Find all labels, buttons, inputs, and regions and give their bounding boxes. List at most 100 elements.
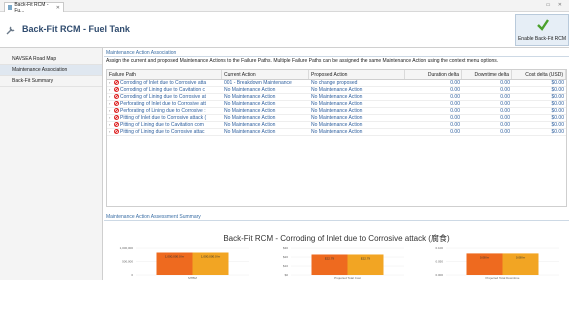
main-panel: Maintenance Action Association Assign th… (104, 48, 569, 280)
y-tick-label: 0.100 (435, 246, 443, 250)
section-description: Assign the current and proposed Maintena… (106, 58, 499, 64)
failure-path-text: Pitting of Lining due to Corrosive attac (120, 129, 205, 135)
no-entry-icon (114, 129, 119, 134)
current-action-cell[interactable]: No Maintenance Action (222, 122, 309, 129)
column-header-current-action[interactable]: Current Action (222, 70, 309, 79)
duration-delta-cell: 0.00 (450, 86, 460, 93)
chart-title: Back-Fit RCM - Corroding of Inlet due to… (223, 234, 450, 243)
proposed-action-cell[interactable]: No Maintenance Action (309, 129, 405, 136)
y-tick-label: 1,000,000 (120, 246, 134, 250)
downtime-delta-cell: 0.00 (500, 121, 510, 128)
document-icon (8, 5, 13, 10)
current-action-cell[interactable]: 001 - Breakdown Maintenance (222, 80, 309, 87)
no-entry-icon (114, 101, 119, 106)
title-bar: Back-Fit RCM - Fu... ✕ ▭ ✕ (0, 0, 569, 14)
window-controls[interactable]: ▭ ✕ (546, 2, 565, 8)
no-entry-icon (114, 80, 119, 85)
cost-delta-cell: $0.00 (551, 121, 564, 128)
cost-chart-svg: $30 $20 $10 $0 $22.79 $22.79 Projected Total C… (283, 246, 404, 280)
downtime-chart-svg: 0.100 0.050 0.000 0.08 hr 0.08 hr Projected T… (435, 246, 559, 280)
x-axis-label: Projected Total Downtime (486, 276, 520, 280)
duration-delta-cell: 0.00 (450, 121, 460, 128)
sidebar-item-navsea-road-map[interactable]: NAVSEA Road Map (0, 54, 102, 65)
column-header-duration-delta[interactable]: Duration delta (405, 70, 462, 79)
x-axis-label: Projected Total Cost (334, 276, 361, 280)
y-tick-label: 0.050 (435, 260, 443, 264)
downtime-delta-cell: 0.00 (500, 93, 510, 100)
current-action-cell[interactable]: No Maintenance Action (222, 115, 309, 122)
column-header-cost-delta[interactable]: Cost delta (USD) (512, 70, 566, 79)
bar-value-label: 1,000,000.0 hr (201, 255, 220, 259)
current-action-cell[interactable]: No Maintenance Action (222, 87, 309, 94)
cost-delta-cell: $0.00 (551, 114, 564, 121)
duration-delta-cell: 0.00 (450, 93, 460, 100)
maintenance-grid: Failure Path Current Action Proposed Act… (106, 69, 567, 207)
proposed-action-cell[interactable]: No Maintenance Action (309, 115, 405, 122)
y-tick-label: 0.000 (435, 273, 443, 277)
duration-delta-cell: 0.00 (450, 107, 460, 114)
no-entry-icon (114, 108, 119, 113)
column-header-downtime-delta[interactable]: Downtime delta (462, 70, 512, 79)
cost-delta-cell: $0.00 (551, 100, 564, 107)
no-entry-icon (114, 122, 119, 127)
y-tick-label: $20 (283, 255, 288, 259)
page-title: Back-Fit RCM - Fuel Tank (22, 24, 130, 34)
current-action-cell[interactable]: No Maintenance Action (222, 101, 309, 108)
proposed-action-cell[interactable]: No Maintenance Action (309, 101, 405, 108)
page-header: Back-Fit RCM - Fuel Tank Enable Back-Fit… (0, 12, 569, 48)
proposed-action-cell[interactable]: No Maintenance Action (309, 122, 405, 129)
bar-value-label: 1,000,000.0 hr (165, 255, 184, 259)
cost-delta-cell: $0.00 (551, 107, 564, 114)
cost-chart: $30 $20 $10 $0 $22.79 $22.79 Projected Total C… (259, 246, 414, 314)
enable-backfit-label: Enable Back-Fit RCM (517, 36, 567, 42)
y-tick-label: $0 (285, 273, 289, 277)
mtbm-chart-svg: 1,000,000 500,000 0 1,000,000.0 hr 1,000,000… (120, 246, 249, 280)
downtime-delta-cell: 0.00 (500, 79, 510, 86)
current-action-cell[interactable]: No Maintenance Action (222, 94, 309, 101)
cost-delta-cell: $0.00 (551, 79, 564, 86)
summary-section-title: Maintenance Action Assessment Summary (104, 214, 569, 221)
column-header-failure-path[interactable]: Failure Path (107, 70, 222, 79)
section-title: Maintenance Action Association (104, 50, 569, 57)
enable-backfit-button[interactable]: Enable Back-Fit RCM (515, 14, 569, 46)
mtbm-chart: 1,000,000 500,000 0 1,000,000.0 hr 1,000,000… (104, 246, 259, 314)
column-header-proposed-action[interactable]: Proposed Action (309, 70, 405, 79)
sidebar-item-maintenance-association[interactable]: Maintenance Association (0, 65, 102, 76)
document-tab[interactable]: Back-Fit RCM - Fu... ✕ (4, 2, 64, 14)
cost-delta-cell: $0.00 (551, 93, 564, 100)
cost-delta-cell: $0.00 (551, 86, 564, 93)
cost-delta-cell: $0.00 (551, 128, 564, 135)
downtime-chart: 0.100 0.050 0.000 0.08 hr 0.08 hr Projected T… (414, 246, 569, 314)
downtime-delta-cell: 0.00 (500, 100, 510, 107)
duration-delta-cell: 0.00 (450, 114, 460, 121)
duration-delta-cell: 0.00 (450, 100, 460, 107)
current-action-cell[interactable]: No Maintenance Action (222, 108, 309, 115)
downtime-delta-cell: 0.00 (500, 114, 510, 121)
proposed-action-cell[interactable]: No Maintenance Action (309, 87, 405, 94)
checkmark-icon (537, 19, 549, 31)
bar-value-label: $22.79 (361, 256, 371, 260)
downtime-delta-cell: 0.00 (500, 128, 510, 135)
y-tick-label: $30 (283, 246, 288, 250)
table-row[interactable]: › Pitting of Lining due to Corrosive atta… (107, 129, 566, 136)
no-entry-icon (114, 94, 119, 99)
close-icon[interactable]: ✕ (56, 5, 60, 11)
proposed-action-cell[interactable]: No Maintenance Action (309, 94, 405, 101)
bar-value-label: 0.08 hr (516, 255, 525, 259)
no-entry-icon (114, 87, 119, 92)
downtime-delta-cell: 0.00 (500, 107, 510, 114)
duration-delta-cell: 0.00 (450, 128, 460, 135)
duration-delta-cell: 0.00 (450, 79, 460, 86)
wrench-icon (6, 26, 15, 35)
no-entry-icon (114, 115, 119, 120)
x-axis-label: MTBM (188, 276, 197, 280)
proposed-action-cell[interactable]: No Maintenance Action (309, 108, 405, 115)
current-action-cell[interactable]: No Maintenance Action (222, 129, 309, 136)
bar-value-label: $22.79 (325, 256, 335, 260)
proposed-action-cell[interactable]: No change proposed (309, 80, 405, 87)
sidebar-item-backfit-summary[interactable]: Back-Fit Summary (0, 76, 102, 87)
failure-path-cell[interactable]: › Pitting of Lining due to Corrosive atta… (107, 128, 222, 136)
y-tick-label: $10 (283, 264, 288, 268)
bar-value-label: 0.08 hr (480, 255, 489, 259)
y-tick-label: 500,000 (122, 260, 133, 264)
